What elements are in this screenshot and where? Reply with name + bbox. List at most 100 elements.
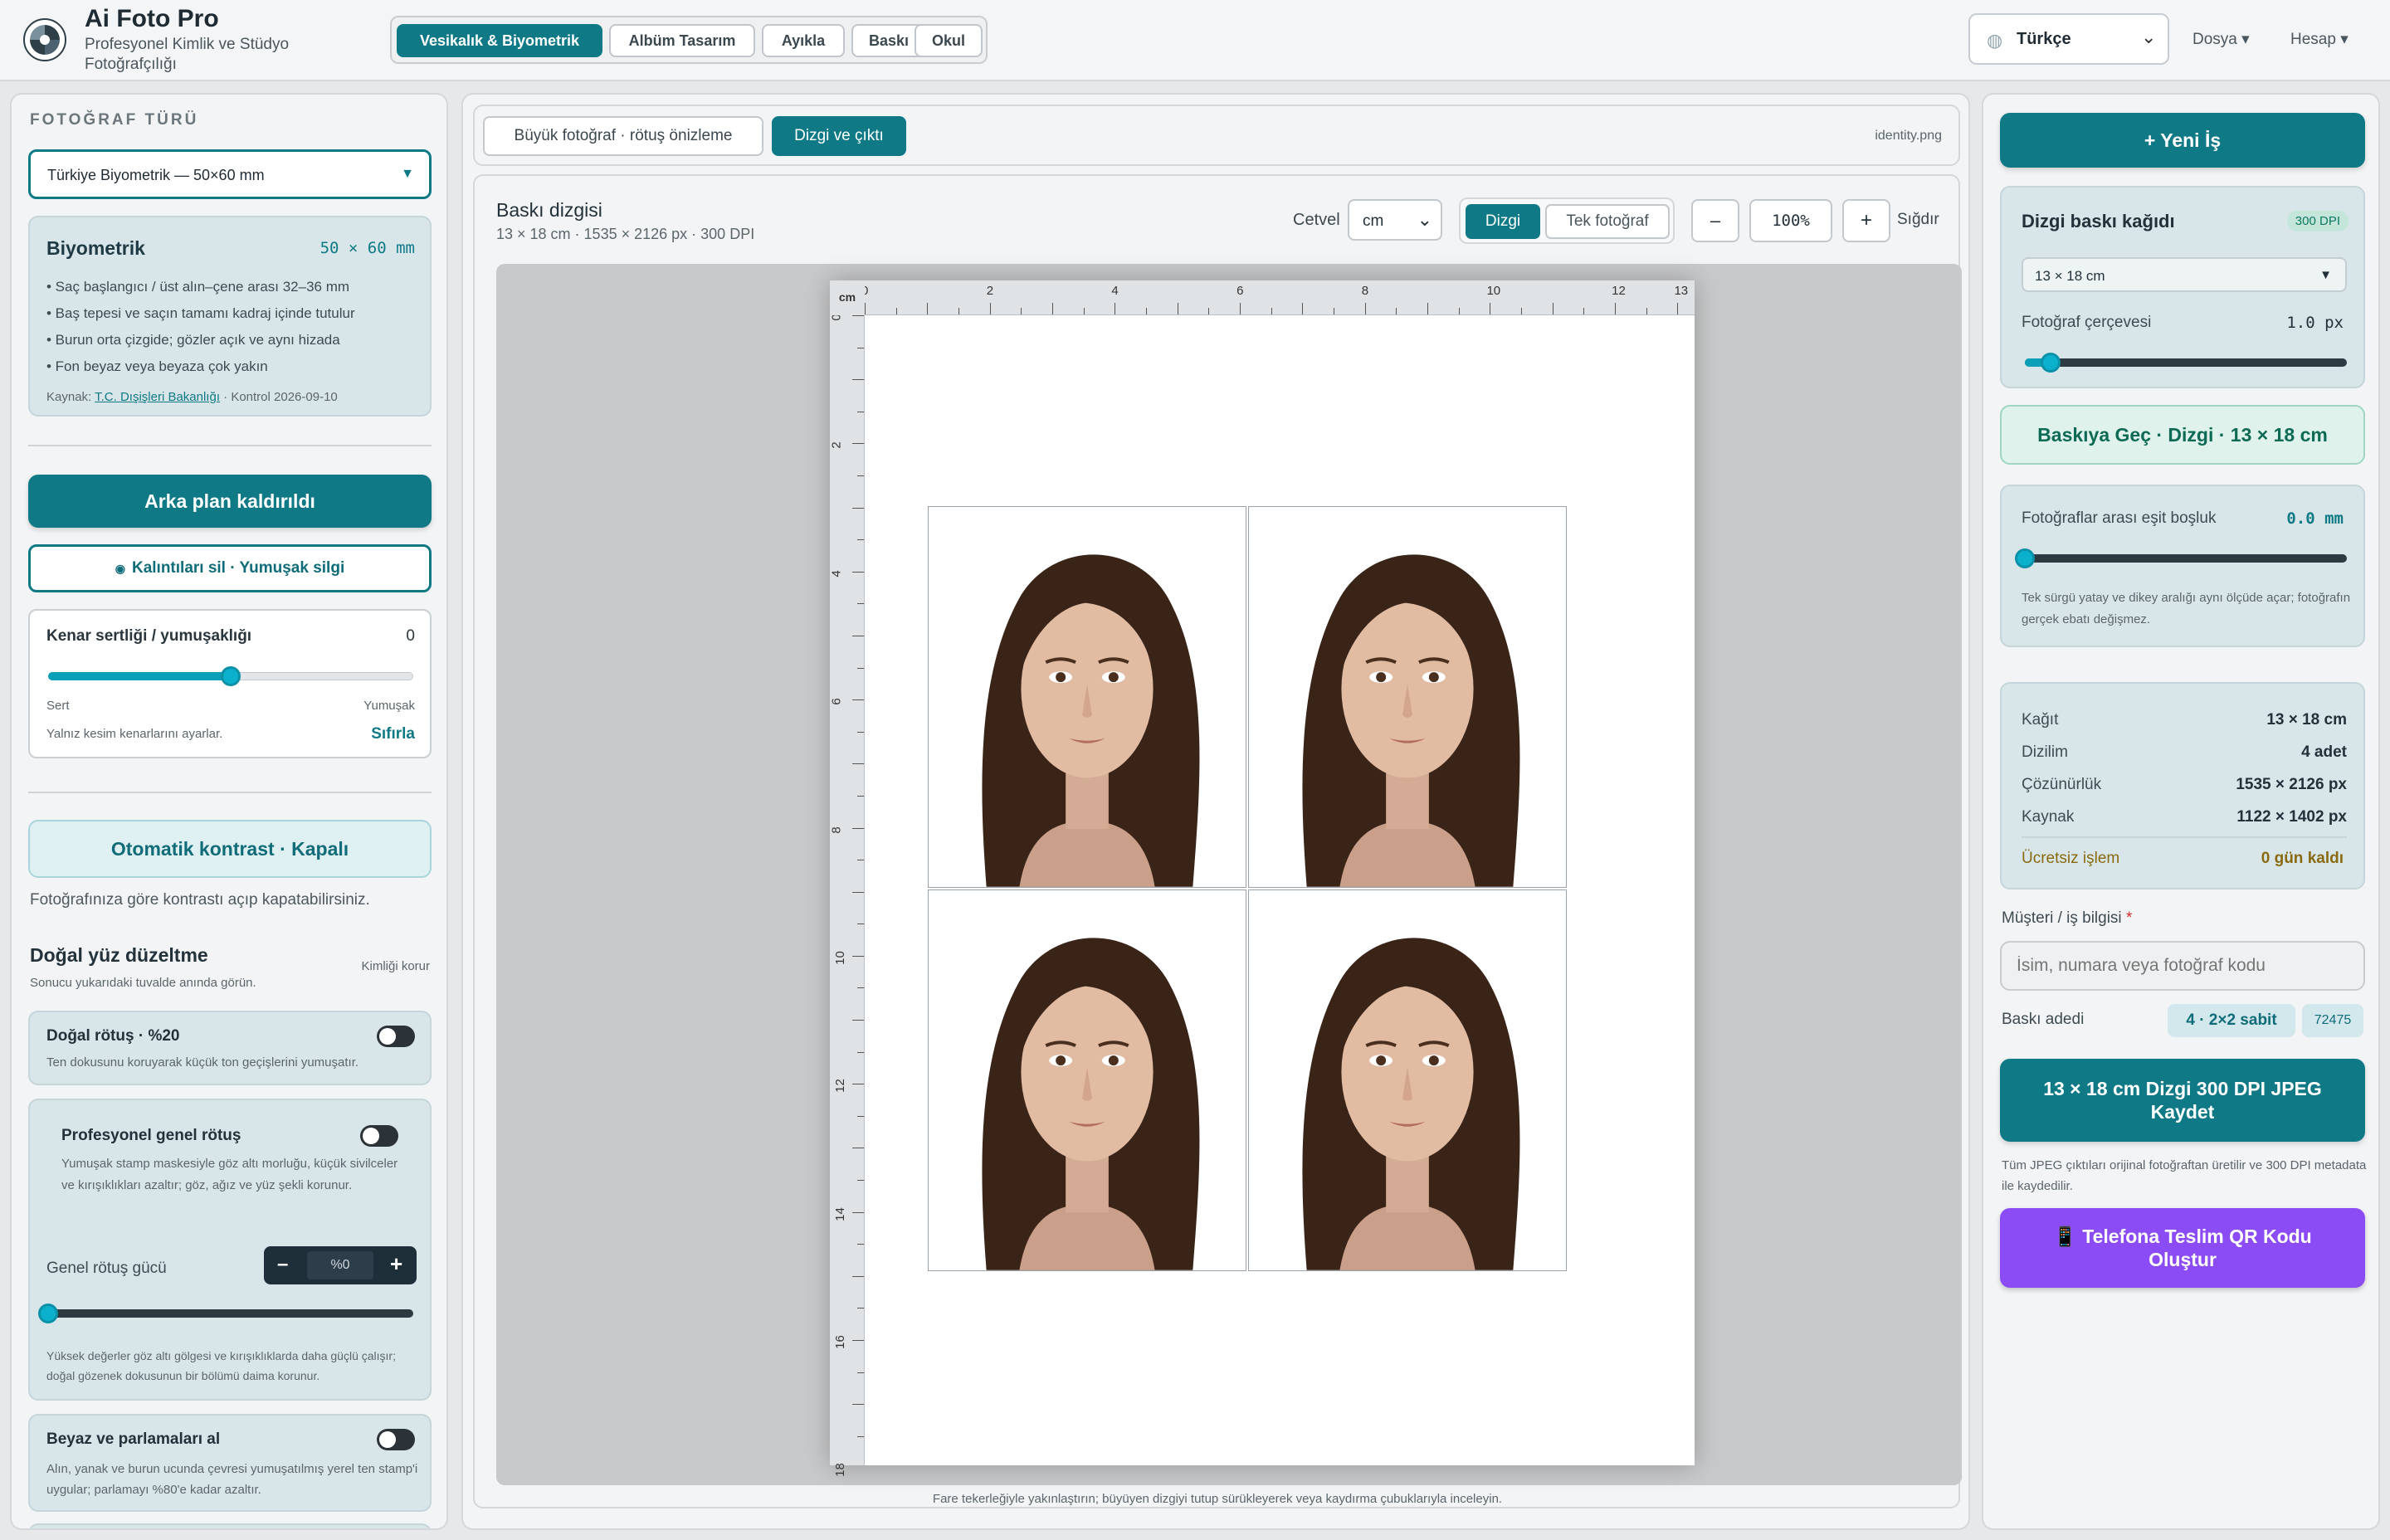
ruler-label-v: 10: [832, 951, 847, 965]
source-link[interactable]: T.C. Dışişleri Bakanlığı: [95, 390, 220, 404]
ruler-tick: [1458, 308, 1460, 314]
single-photo-button[interactable]: Tek fotoğraf: [1545, 204, 1670, 239]
menu-account[interactable]: Hesap ▾: [2290, 30, 2349, 49]
canvas-viewport[interactable]: 0 2 4 6 8 10 12 13 0 2 4 6 8 10 12 14 16 18 cm: [496, 264, 1962, 1485]
stat-row: Kaynak 1122 × 1402 px: [2022, 801, 2347, 833]
go-to-print-button[interactable]: Baskıya Geç · Dizgi · 13 × 18 cm: [2000, 405, 2365, 465]
edge-slider-handle[interactable]: [221, 666, 241, 686]
portrait-image: [1249, 890, 1566, 1270]
ruler-tick: [852, 1020, 864, 1021]
ruler-corner: cm: [830, 280, 865, 315]
menu-file[interactable]: Dosya ▾: [2192, 30, 2250, 49]
divider: [28, 445, 432, 446]
ruler-tick: [895, 308, 897, 314]
ruler-tick: [865, 303, 866, 314]
save-jpeg-button[interactable]: 13 × 18 cm Dizgi 300 DPI JPEG Kaydet: [2000, 1059, 2365, 1142]
zoom-value[interactable]: 100%: [1749, 199, 1832, 242]
edge-max-label: Yumuşak: [363, 699, 415, 713]
white-shine-title: Beyaz ve parlamaları al: [46, 1430, 221, 1448]
ruler-tick: [857, 987, 864, 989]
photo-type-select[interactable]: Türkiye Biyometrik — 50×60 mm ▼: [28, 149, 432, 199]
auto-contrast-button[interactable]: Otomatik kontrast · Kapalı: [28, 820, 432, 878]
fit-button[interactable]: Sığdır: [1897, 211, 1939, 229]
zoom-out-button[interactable]: –: [1691, 199, 1739, 242]
natural-retouch-title: Doğal rötuş · %20: [46, 1027, 180, 1045]
dpi-badge: 300 DPI: [2286, 211, 2349, 231]
layout-button[interactable]: Dizgi: [1466, 204, 1540, 239]
residue-label: Kalıntıları sil · Yumuşak silgi: [131, 559, 345, 577]
ruler-label-v: 2: [829, 441, 844, 450]
gap-slider-handle[interactable]: [2015, 548, 2035, 568]
stat-row: Çözünürlük 1535 × 2126 px: [2022, 768, 2347, 801]
tab-biometric[interactable]: Vesikalık & Biyometrik: [397, 24, 602, 57]
ruler-label-v: 18: [832, 1463, 847, 1478]
ruler-tick: [1240, 303, 1241, 314]
source-prefix: Kaynak:: [46, 390, 95, 404]
edge-note: Yalnız kesim kenarlarını ayarlar.: [46, 727, 223, 741]
frame-slider-handle[interactable]: [2041, 353, 2061, 373]
tab-school[interactable]: Okul: [915, 24, 983, 57]
retouch-power-label: Genel rötuş gücü: [46, 1260, 167, 1277]
new-job-button[interactable]: + Yeni İş: [2000, 113, 2365, 168]
white-shine-toggle[interactable]: [377, 1429, 415, 1450]
ruler-label-v: 8: [829, 826, 844, 834]
frame-slider-track[interactable]: [2025, 358, 2347, 367]
edge-label: Kenar sertliği / yumuşaklığı: [46, 627, 252, 645]
language-select[interactable]: ◍ Türkçe ⌄: [1968, 13, 2169, 65]
ruler-tick: [852, 699, 864, 701]
tab-preview[interactable]: Büyük fotoğraf · rötuş önizleme: [483, 116, 763, 156]
stat-row: Dizilim 4 adet: [2022, 736, 2347, 768]
retouch-slider-handle[interactable]: [38, 1304, 58, 1323]
paper-size-select[interactable]: 13 × 18 cm ▼: [2022, 257, 2347, 292]
decrement-button[interactable]: –: [277, 1253, 288, 1276]
frame-label: Fotoğraf çerçevesi: [2022, 314, 2152, 331]
unit-value: cm: [1363, 212, 1384, 230]
ruler-label-h: 4: [1111, 284, 1119, 298]
residue-eraser-button[interactable]: ◉ Kalıntıları sil · Yumuşak silgi: [28, 544, 432, 592]
tab-album[interactable]: Albüm Tasarım: [609, 24, 755, 57]
gap-slider-track[interactable]: [2025, 554, 2347, 563]
zoom-in-button[interactable]: +: [1842, 199, 1890, 242]
caret-down-icon: ▼: [401, 167, 414, 181]
ruler-tick: [1302, 303, 1304, 314]
ruler-tick: [1583, 308, 1585, 314]
rule-item: • Baş tepesi ve saçın tamamı kadraj için…: [46, 305, 355, 321]
stats-card: Kağıt 13 × 18 cm Dizilim 4 adet Çözünürlük…: [2000, 682, 2365, 889]
globe-icon: ◍: [1987, 30, 2003, 51]
required-mark: *: [2125, 909, 2133, 927]
pro-retouch-toggle[interactable]: [360, 1125, 398, 1147]
ruler-label-v: 14: [832, 1206, 847, 1221]
ruler-tick: [1552, 303, 1554, 314]
ruler-label-h: 10: [1486, 284, 1501, 298]
retouch-slider-track[interactable]: [48, 1309, 413, 1318]
stat-key: Kağıt: [2022, 711, 2059, 729]
language-label: Türkçe: [2017, 30, 2071, 48]
increment-button[interactable]: +: [390, 1251, 402, 1277]
frame-value: 1.0 px: [2286, 314, 2344, 332]
ruler-label-h: 6: [1236, 284, 1244, 298]
ruler-label-v: 12: [832, 1079, 847, 1094]
caret-down-icon: ▼: [2319, 268, 2332, 282]
customer-input[interactable]: [2000, 941, 2365, 991]
ruler-label-v: 6: [829, 698, 844, 705]
stat-key: Dizilim: [2022, 743, 2068, 761]
layout-photo: [1248, 506, 1567, 888]
vertical-ruler: 0 2 4 6 8 10 12 14 16 18: [829, 280, 865, 1477]
portrait-image: [929, 507, 1246, 887]
ruler-tick: [857, 475, 864, 476]
retouch-power-value[interactable]: %0: [307, 1251, 373, 1279]
ruler-tick: [852, 763, 864, 765]
edge-reset-link[interactable]: Sıfırla: [371, 725, 415, 743]
stats-list: Kağıt 13 × 18 cm Dizilim 4 adet Çözünürlük…: [2022, 704, 2347, 833]
biometric-source: Kaynak: T.C. Dışişleri Bakanlığı · Kontr…: [46, 390, 338, 404]
ruler-label: Cetvel: [1293, 211, 1340, 229]
ruler-tick: [1677, 303, 1679, 314]
unit-select[interactable]: cm ⌄: [1348, 199, 1442, 241]
bg-removed-button[interactable]: Arka plan kaldırıldı: [28, 475, 432, 528]
print-count-value[interactable]: 4 · 2×2 sabit: [2168, 1004, 2295, 1037]
tab-layout-output[interactable]: Dizgi ve çıktı: [772, 116, 906, 156]
natural-retouch-toggle[interactable]: [377, 1026, 415, 1047]
qr-delivery-button[interactable]: 📱 Telefona Teslim QR Kodu Oluştur: [2000, 1208, 2365, 1288]
customer-label-text: Müşteri / iş bilgisi: [2002, 909, 2122, 927]
tab-extract[interactable]: Ayıkla: [762, 24, 845, 57]
